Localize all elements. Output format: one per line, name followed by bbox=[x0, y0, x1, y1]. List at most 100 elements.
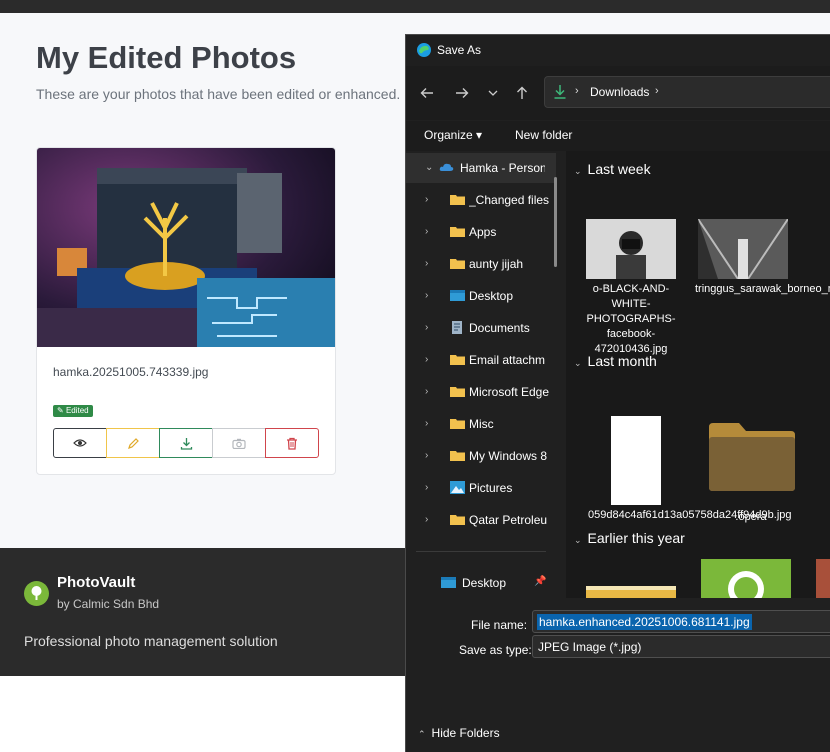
file-thumbnail[interactable] bbox=[611, 416, 661, 505]
recent-locations-button[interactable] bbox=[484, 84, 502, 102]
nav-item-folder[interactable]: › Qatar Petroleu bbox=[406, 505, 556, 535]
new-folder-button[interactable]: New folder bbox=[515, 128, 572, 142]
forward-button[interactable] bbox=[453, 84, 471, 102]
organize-menu[interactable]: Organize ▾ bbox=[424, 128, 482, 142]
file-name[interactable]: tringgus_sarawak_borneo_malaysia_bridge_… bbox=[695, 282, 830, 297]
chevron-right-icon[interactable]: › bbox=[425, 514, 428, 525]
save-type-label: Save as type: bbox=[459, 643, 532, 657]
nav-item-folder[interactable]: › _Changed files bbox=[406, 185, 556, 215]
chevron-right-icon[interactable]: › bbox=[425, 322, 428, 333]
chevron-right-icon[interactable]: › bbox=[425, 258, 428, 269]
folder-icon bbox=[450, 387, 465, 397]
save-as-dialog: Save As › Downloads › Organize ▾ New fol… bbox=[405, 34, 830, 752]
photo-card: hamka.20251005.743339.jpg ✎ Edited bbox=[36, 147, 336, 475]
download-icon bbox=[554, 85, 566, 99]
top-bar bbox=[0, 0, 830, 13]
save-options: File name: hamka.enhanced.20251006.68114… bbox=[406, 598, 830, 752]
pictures-icon bbox=[450, 481, 465, 494]
onedrive-cloud-icon bbox=[439, 163, 454, 171]
navigation-pane: ⌄ Hamka - Person › _Changed files › Apps… bbox=[406, 151, 557, 598]
photo-actions bbox=[53, 428, 319, 458]
chevron-down-icon: ⌄ bbox=[574, 166, 582, 176]
arrow-right-icon bbox=[456, 88, 469, 98]
address-bar[interactable]: › Downloads › bbox=[544, 76, 830, 108]
photo-filename: hamka.20251005.743339.jpg bbox=[53, 365, 209, 379]
file-name[interactable]: .opera bbox=[703, 510, 799, 525]
navigation-scrollbar[interactable] bbox=[554, 177, 557, 267]
nav-item-label: Qatar Petroleu bbox=[469, 513, 548, 527]
file-thumbnail[interactable] bbox=[701, 559, 791, 598]
download-button[interactable] bbox=[159, 428, 213, 458]
file-thumbnail[interactable] bbox=[586, 219, 676, 279]
nav-item-folder[interactable]: › aunty jijah bbox=[406, 249, 556, 279]
nav-item-label: Pictures bbox=[469, 481, 513, 495]
file-name[interactable]: 059d84c4af61d13a05758da24ff94d9b.jpg bbox=[588, 508, 792, 523]
file-thumbnail[interactable] bbox=[586, 586, 676, 598]
nav-item-folder[interactable]: › Email attachm bbox=[406, 345, 556, 375]
folder-icon bbox=[450, 227, 465, 237]
file-thumbnail[interactable] bbox=[698, 219, 788, 279]
desktop-icon bbox=[450, 290, 465, 301]
arrow-up-icon bbox=[517, 86, 527, 99]
pin-icon[interactable]: 📌 bbox=[534, 576, 546, 587]
chevron-right-icon[interactable]: › bbox=[425, 226, 428, 237]
up-button[interactable] bbox=[513, 84, 531, 102]
edit-button[interactable] bbox=[106, 428, 160, 458]
group-header-earlier-this-year[interactable]: ⌄ Earlier this year bbox=[574, 530, 685, 546]
file-name-value[interactable]: hamka.enhanced.20251006.681141.jpg bbox=[537, 614, 752, 630]
group-header-last-month[interactable]: ⌄ Last month bbox=[574, 353, 657, 369]
chevron-down-icon: ⌄ bbox=[574, 535, 582, 545]
photo-thumbnail[interactable] bbox=[37, 148, 336, 347]
enhance-button[interactable] bbox=[212, 428, 266, 458]
quick-access-desktop[interactable]: Desktop 📌 bbox=[406, 568, 556, 598]
footer-brand: PhotoVault bbox=[57, 574, 136, 591]
nav-item-pictures[interactable]: › Pictures bbox=[406, 473, 556, 503]
chevron-right-icon[interactable]: › bbox=[425, 194, 428, 205]
command-bar: Organize ▾ New folder bbox=[406, 121, 830, 151]
chevron-right-icon[interactable]: › bbox=[425, 290, 428, 301]
nav-item-desktop[interactable]: › Desktop bbox=[406, 281, 556, 311]
folder-icon bbox=[450, 195, 465, 205]
file-name-input[interactable]: hamka.enhanced.20251006.681141.jpg bbox=[532, 610, 830, 633]
hide-folders-button[interactable]: ⌃ Hide Folders bbox=[418, 726, 500, 740]
nav-item-folder[interactable]: › My Windows 8 bbox=[406, 441, 556, 471]
nav-item-folder[interactable]: › Misc bbox=[406, 409, 556, 439]
nav-item-label: Email attachm bbox=[469, 353, 546, 367]
folder-icon[interactable] bbox=[709, 421, 795, 491]
eye-icon bbox=[73, 439, 87, 447]
address-location: Downloads bbox=[590, 85, 650, 99]
group-header-last-week[interactable]: ⌄ Last week bbox=[574, 161, 651, 177]
chevron-down-icon[interactable]: ⌄ bbox=[425, 162, 433, 173]
chevron-right-icon[interactable]: › bbox=[425, 482, 428, 493]
nav-item-label: Hamka - Person bbox=[460, 161, 545, 175]
group-label: Earlier this year bbox=[587, 530, 685, 546]
delete-button[interactable] bbox=[265, 428, 319, 458]
brand-logo-icon bbox=[24, 581, 49, 606]
nav-item-label: Misc bbox=[469, 417, 494, 431]
chevron-right-icon[interactable]: › bbox=[425, 418, 428, 429]
nav-item-documents[interactable]: › Documents bbox=[406, 313, 556, 343]
chevron-right-icon[interactable]: › bbox=[425, 450, 428, 461]
dialog-titlebar[interactable]: Save As bbox=[406, 35, 830, 66]
footer-company: by Calmic Sdn Bhd bbox=[57, 597, 160, 611]
nav-item-folder[interactable]: › Apps bbox=[406, 217, 556, 247]
save-type-select[interactable]: JPEG Image (*.jpg) bbox=[532, 635, 830, 658]
save-type-value: JPEG Image (*.jpg) bbox=[538, 640, 642, 654]
hide-folders-label: Hide Folders bbox=[431, 726, 500, 740]
file-name[interactable]: o-BLACK-AND-WHITE-PHOTOGRAPHS-facebook-4… bbox=[583, 282, 679, 357]
desktop-icon bbox=[441, 577, 456, 588]
breadcrumb-separator[interactable]: › bbox=[655, 85, 659, 97]
chevron-up-icon: ⌃ bbox=[418, 729, 426, 739]
file-thumbnail[interactable] bbox=[816, 559, 830, 598]
nav-item-folder[interactable]: › Microsoft Edge bbox=[406, 377, 556, 407]
view-button[interactable] bbox=[53, 428, 107, 458]
chevron-right-icon[interactable]: › bbox=[425, 354, 428, 365]
pencil-icon bbox=[127, 437, 139, 449]
back-button[interactable] bbox=[418, 84, 436, 102]
nav-item-onedrive[interactable]: ⌄ Hamka - Person bbox=[406, 153, 556, 183]
edge-browser-icon bbox=[417, 43, 431, 57]
trash-icon bbox=[287, 437, 297, 450]
chevron-right-icon[interactable]: › bbox=[425, 386, 428, 397]
nav-item-label: Apps bbox=[469, 225, 497, 239]
folder-icon bbox=[450, 259, 465, 269]
